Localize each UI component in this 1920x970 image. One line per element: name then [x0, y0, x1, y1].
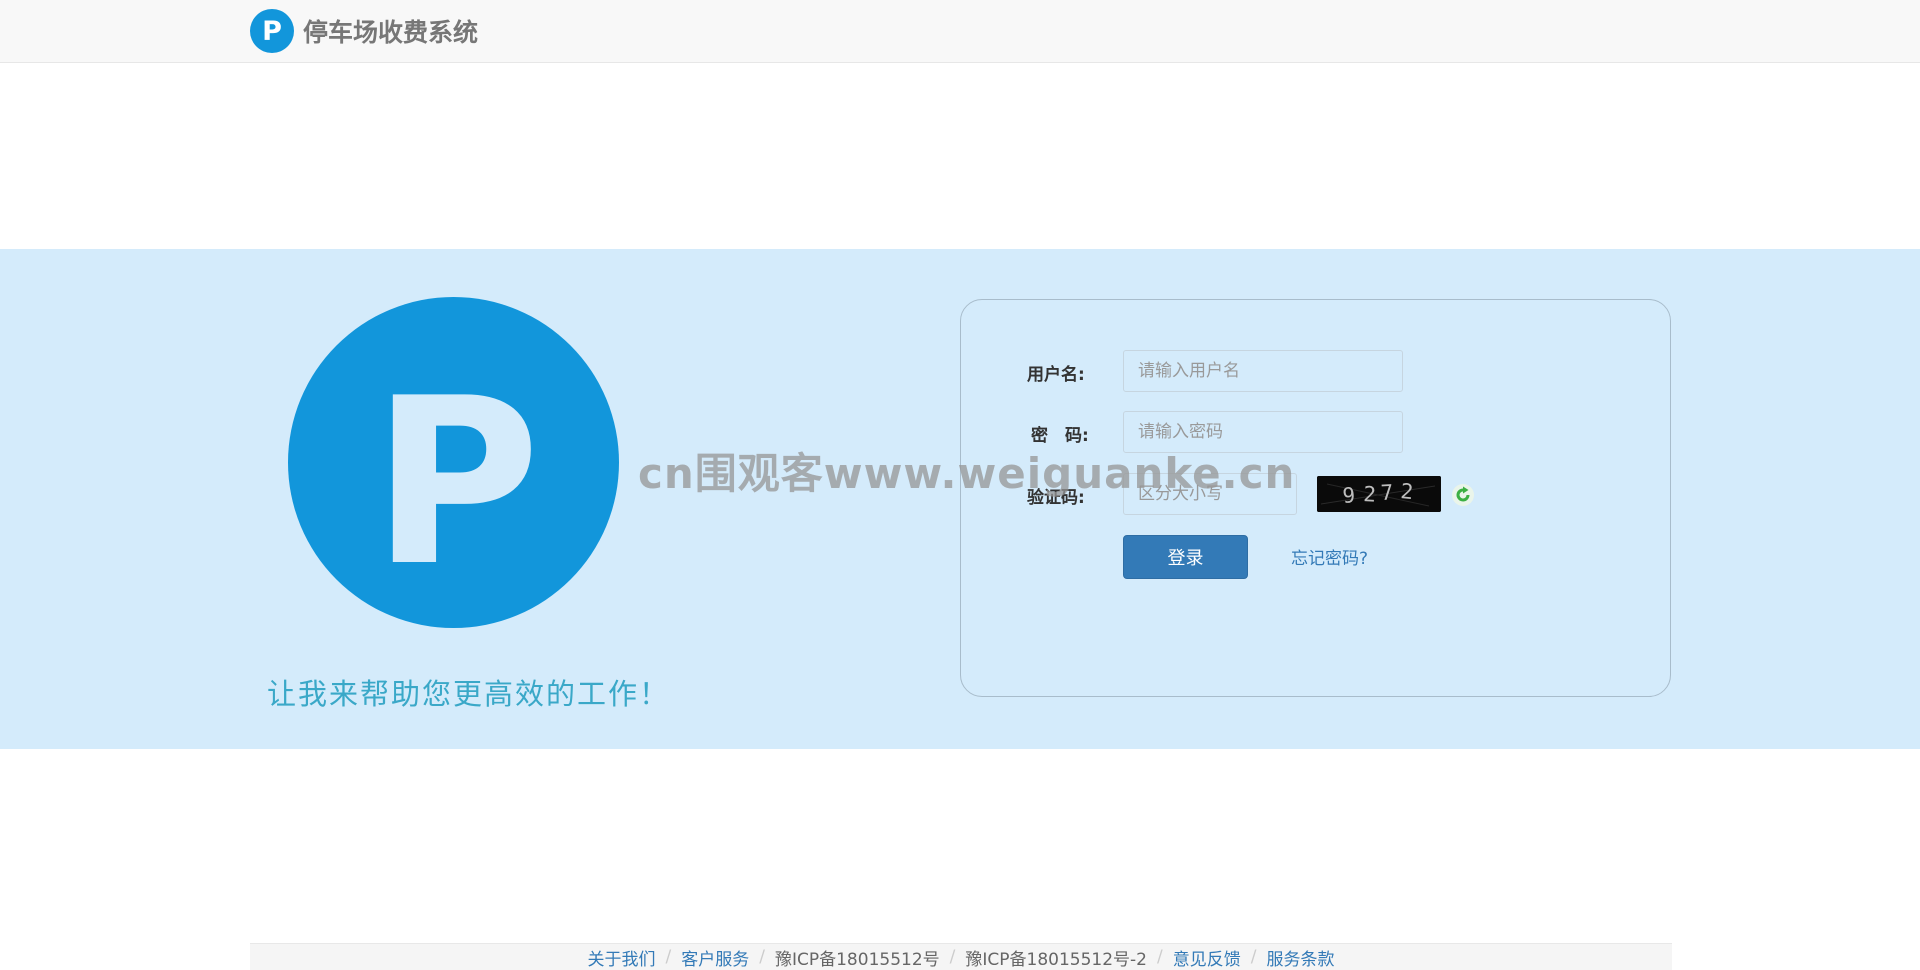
captcha-char-1: 9	[1342, 483, 1356, 508]
footer-separator: /	[1250, 947, 1257, 967]
refresh-captcha-icon[interactable]	[1451, 483, 1475, 507]
brand-logo-letter: P	[262, 15, 282, 47]
slogan: 让我来帮助您更高效的工作！	[267, 677, 671, 711]
captcha-char-2: 2	[1363, 482, 1377, 507]
captcha-graphic: 9 2 7 2	[1317, 476, 1441, 512]
footer-separator: /	[759, 947, 765, 967]
username-input[interactable]	[1123, 350, 1403, 392]
watermark-text: cn围观客www.weiguanke.cn	[638, 449, 1296, 498]
brand[interactable]: P 停车场收费系统	[250, 9, 478, 53]
footer-separator: /	[665, 947, 672, 967]
footer-icp-record-2: 豫ICP备18015512号-2	[965, 949, 1148, 970]
top-navbar: P 停车场收费系统	[0, 0, 1920, 63]
parking-sign-icon: P	[288, 297, 619, 628]
footer-links: 关于我们 / 客户服务 / 豫ICP备18015512号 / 豫ICP备1801…	[250, 944, 1672, 970]
footer-link-feedback[interactable]: 意见反馈	[1173, 945, 1241, 970]
footer-separator: /	[949, 947, 956, 967]
parking-logo-icon: P	[250, 9, 294, 53]
footer-link-about[interactable]: 关于我们	[588, 945, 656, 970]
captcha-image[interactable]: 9 2 7 2	[1317, 476, 1441, 512]
big-logo-letter: P	[372, 350, 541, 617]
footer-link-terms[interactable]: 服务条款	[1266, 945, 1334, 970]
captcha-char-4: 2	[1400, 479, 1415, 504]
captcha-char-3: 7	[1380, 480, 1394, 505]
app-title: 停车场收费系统	[303, 18, 479, 47]
forgot-password-link[interactable]: 忘记密码?	[1291, 544, 1368, 569]
footer-link-service[interactable]: 客户服务	[681, 945, 749, 970]
footer: 关于我们 / 客户服务 / 豫ICP备18015512号 / 豫ICP备1801…	[250, 943, 1672, 970]
login-button[interactable]: 登录	[1123, 535, 1248, 579]
footer-separator: /	[1157, 947, 1163, 967]
footer-icp-record: 豫ICP备18015512号	[774, 949, 940, 970]
